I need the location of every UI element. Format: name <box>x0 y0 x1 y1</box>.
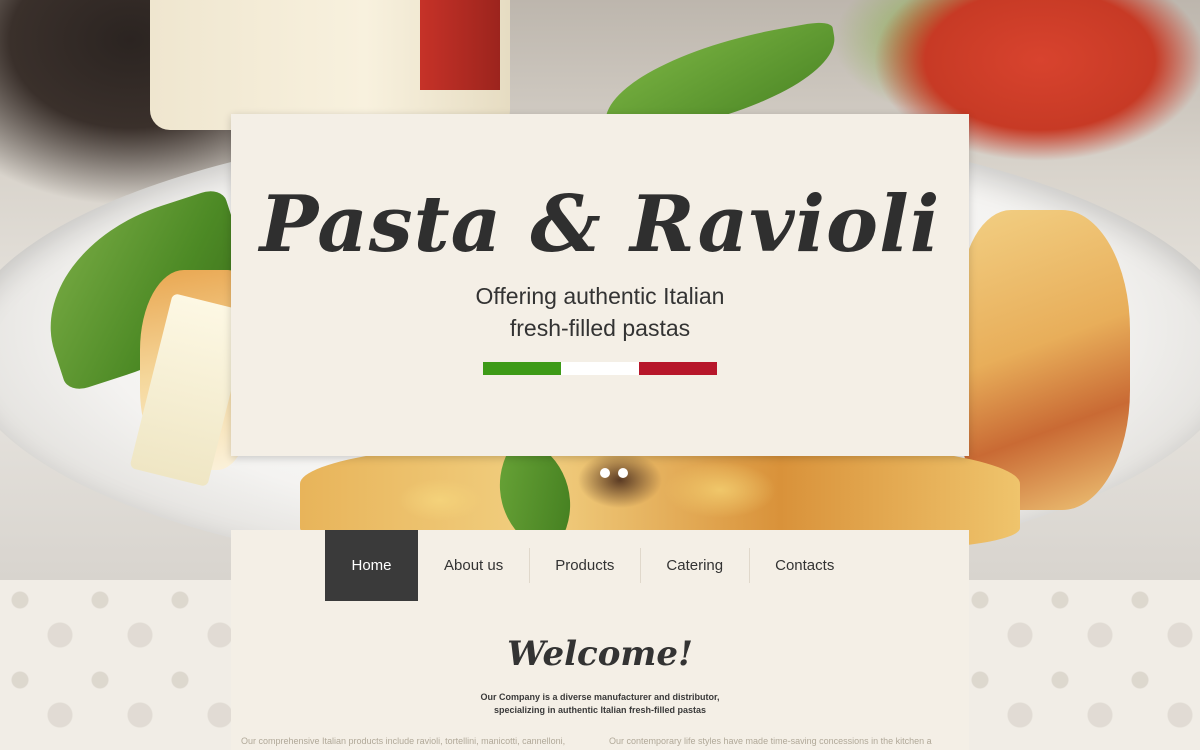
welcome-intro: Our Company is a diverse manufacturer an… <box>231 691 969 717</box>
bottle-label-image <box>420 0 500 90</box>
hero-card: Pasta & Ravioli Offering authentic Itali… <box>231 114 969 456</box>
main-content: Home About us Products Catering Contacts… <box>231 530 969 750</box>
slider-pagination <box>582 468 628 478</box>
site-title: Pasta & Ravioli <box>259 179 941 270</box>
welcome-column-right: Our contemporary life styles have made t… <box>609 736 932 746</box>
site-tagline: Offering authentic Italian fresh-filled … <box>231 280 969 344</box>
nav-contacts[interactable]: Contacts <box>749 530 860 601</box>
italian-flag-divider <box>483 362 717 375</box>
tagline-line-2: fresh-filled pastas <box>509 315 691 341</box>
welcome-column-left: Our comprehensive Italian products inclu… <box>241 736 566 746</box>
nav-products[interactable]: Products <box>529 530 640 601</box>
flag-green-stripe <box>483 362 561 375</box>
intro-line-1: Our Company is a diverse manufacturer an… <box>480 692 720 702</box>
slider-dot[interactable] <box>582 468 592 478</box>
nav-about-us[interactable]: About us <box>418 530 529 601</box>
flag-red-stripe <box>639 362 717 375</box>
slider-dot[interactable] <box>600 468 610 478</box>
welcome-heading: Welcome! <box>507 634 693 674</box>
main-nav: Home About us Products Catering Contacts <box>325 530 860 601</box>
intro-line-2: specializing in authentic Italian fresh-… <box>493 705 707 715</box>
tagline-line-1: Offering authentic Italian <box>475 283 725 309</box>
flag-white-stripe <box>561 362 639 375</box>
nav-catering[interactable]: Catering <box>640 530 749 601</box>
slider-dot[interactable] <box>618 468 628 478</box>
nav-home[interactable]: Home <box>325 530 418 601</box>
